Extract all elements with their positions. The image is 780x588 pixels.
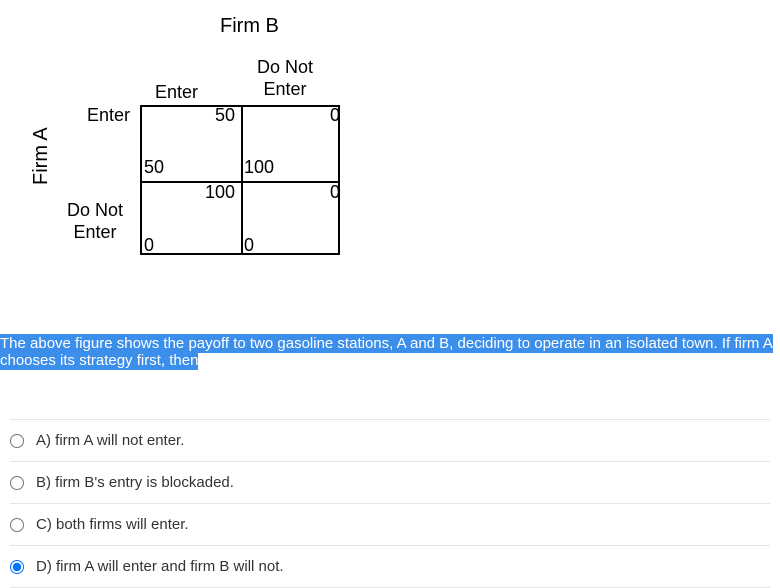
- row2-line2: Enter: [67, 222, 123, 244]
- matrix-hline: [142, 181, 338, 183]
- payoff-br-b: 0: [330, 182, 340, 203]
- option-a-radio[interactable]: [10, 434, 24, 448]
- option-a[interactable]: A) firm A will not enter.: [10, 419, 770, 462]
- row2-line1: Do Not: [67, 200, 123, 222]
- option-b-radio[interactable]: [10, 476, 24, 490]
- col2-line1: Do Not: [257, 57, 313, 79]
- option-b[interactable]: B) firm B's entry is blockaded.: [10, 462, 770, 504]
- payoff-bl-b: 100: [205, 182, 235, 203]
- matrix-vline: [241, 107, 243, 253]
- col2-line2: Enter: [257, 79, 313, 101]
- option-a-label: A) firm A will not enter.: [36, 432, 184, 449]
- option-c-label: C) both firms will enter.: [36, 516, 189, 533]
- answer-options: A) firm A will not enter. B) firm B's en…: [0, 419, 780, 588]
- payoff-tr-b: 0: [330, 105, 340, 126]
- col-header-not-enter: Do Not Enter: [257, 57, 313, 100]
- payoff-tl-b: 50: [215, 105, 235, 126]
- row-header-not-enter: Do Not Enter: [67, 200, 123, 243]
- payoff-figure: Firm B Firm A Enter Do Not Enter Enter D…: [20, 5, 400, 285]
- payoff-tl-a: 50: [144, 157, 164, 178]
- option-c[interactable]: C) both firms will enter.: [10, 504, 770, 546]
- row-header-enter: Enter: [87, 105, 130, 126]
- payoff-bl-a: 0: [144, 235, 154, 256]
- firm-a-label: Firm A: [30, 127, 53, 185]
- payoff-br-a: 0: [244, 235, 254, 256]
- payoff-tr-a: 100: [244, 157, 274, 178]
- question-text: The above figure shows the payoff to two…: [0, 334, 773, 370]
- payoff-matrix: [140, 105, 340, 255]
- firm-b-label: Firm B: [220, 15, 279, 38]
- option-b-label: B) firm B's entry is blockaded.: [36, 474, 234, 491]
- option-c-radio[interactable]: [10, 518, 24, 532]
- question-block: The above figure shows the payoff to two…: [0, 335, 780, 369]
- col-header-enter: Enter: [155, 82, 198, 103]
- option-d[interactable]: D) firm A will enter and firm B will not…: [10, 546, 770, 588]
